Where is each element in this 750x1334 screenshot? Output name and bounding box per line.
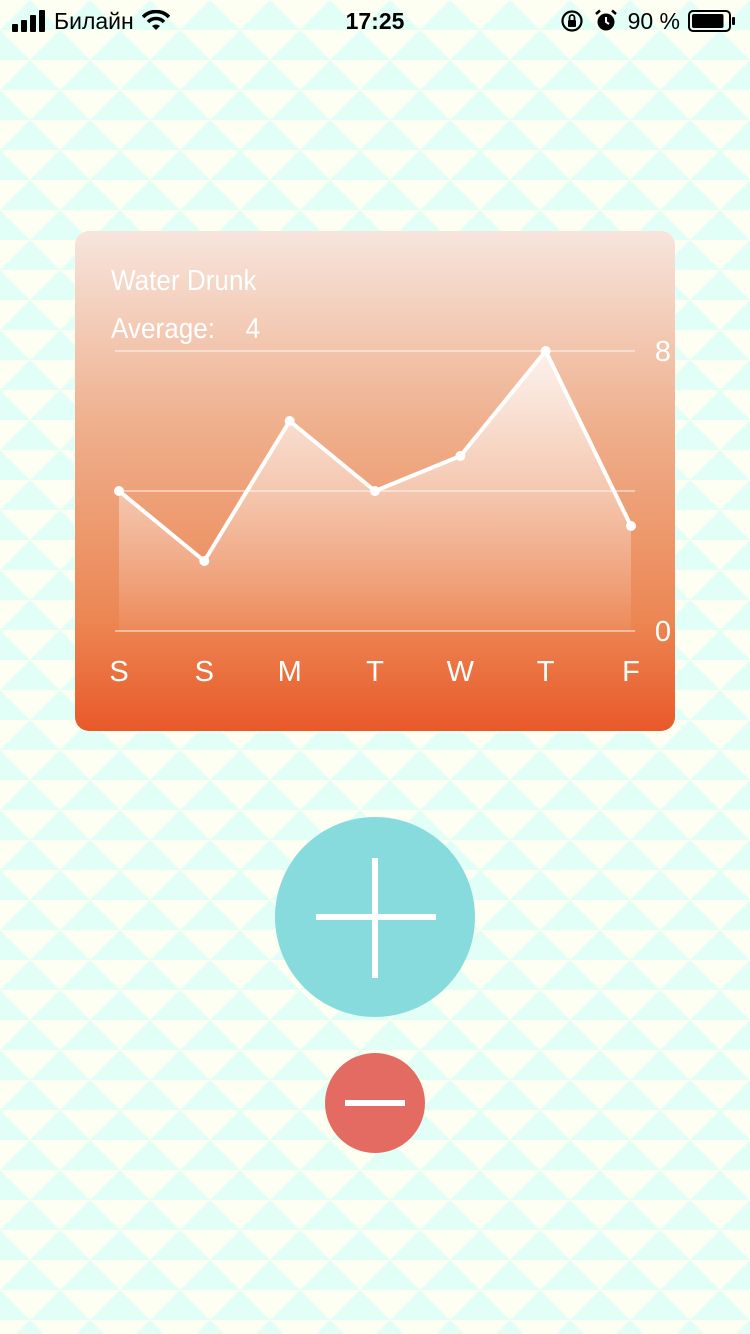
- data-point-5: [540, 346, 551, 356]
- y-tick-label-0: 0: [655, 616, 671, 648]
- x-tick-label-1: S: [195, 656, 214, 688]
- chart-title: Water Drunk: [111, 265, 257, 297]
- water-chart-card: S S M T W T F 0 8 Water Drunk Average: 4: [75, 231, 675, 731]
- x-tick-label-6: F: [622, 656, 640, 688]
- data-point-2: [284, 416, 295, 426]
- data-point-0: [114, 486, 124, 496]
- chart-average: Average: 4: [111, 313, 260, 346]
- average-value: 4: [245, 313, 261, 345]
- status-bar: Билайн 17:25 90 %: [0, 0, 750, 40]
- x-tick-label-5: T: [537, 656, 555, 688]
- y-tick-label-1: 8: [655, 336, 671, 368]
- x-tick-label-0: S: [109, 656, 128, 688]
- x-tick-label-2: M: [278, 656, 302, 688]
- water-chart: S S M T W T F 0 8: [109, 336, 671, 688]
- remove-water-button[interactable]: [325, 1053, 425, 1153]
- x-tick-label-3: T: [366, 656, 384, 688]
- data-point-6: [626, 521, 636, 531]
- average-label: Average:: [111, 313, 215, 345]
- data-point-1: [199, 556, 210, 566]
- orientation-lock-icon: [560, 9, 584, 33]
- alarm-icon: [594, 9, 618, 33]
- data-point-3: [370, 486, 380, 496]
- battery-percent: 90 %: [627, 7, 680, 34]
- add-water-button[interactable]: [275, 817, 475, 1017]
- x-tick-label-4: W: [447, 656, 475, 688]
- data-point-4: [455, 451, 466, 461]
- battery-icon: [688, 9, 736, 33]
